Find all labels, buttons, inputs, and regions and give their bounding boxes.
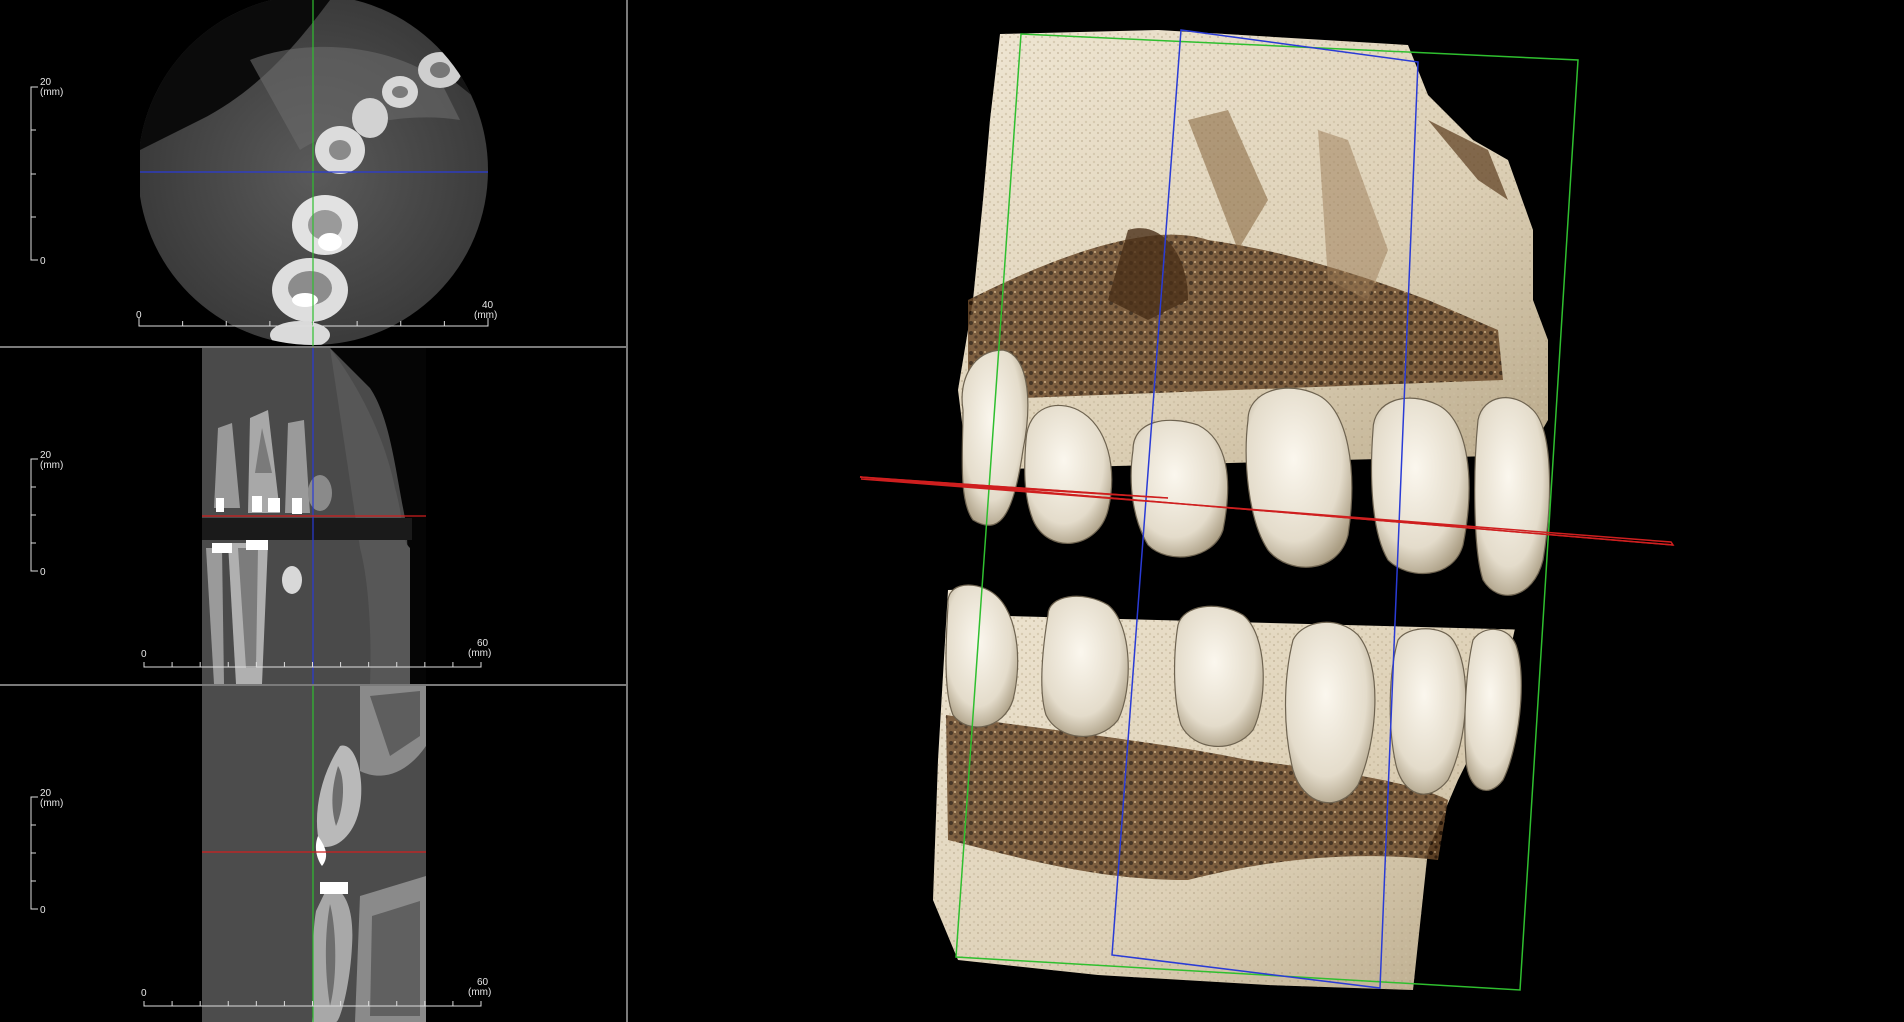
coronal-hscale-unit: (mm)	[468, 648, 491, 659]
coronal-vertical-scale: 20 (mm) 0	[30, 450, 63, 578]
axial-hscale-min: 0	[136, 310, 142, 321]
axial-viewport[interactable]: 20 (mm) 0 0 40 (mm)	[0, 0, 628, 348]
axial-vertical-scale: 20 (mm) 0	[30, 77, 63, 267]
sagittal-vscale-unit: (mm)	[40, 798, 63, 809]
axial-slice-svg[interactable]: 20 (mm) 0 0 40 (mm)	[0, 0, 626, 346]
dental-volume-render	[933, 30, 1551, 990]
coronal-hscale-min: 0	[141, 649, 147, 660]
axial-hscale-unit: (mm)	[474, 310, 497, 321]
sagittal-vscale-min: 0	[40, 905, 46, 916]
sagittal-hscale-unit: (mm)	[468, 987, 491, 998]
coronal-slice-svg[interactable]: 20 (mm) 0 0 60 (mm)	[0, 348, 626, 684]
axial-vscale-min: 0	[40, 256, 46, 267]
volume-3d-viewport[interactable]	[628, 0, 1904, 1022]
sagittal-hscale-min: 0	[141, 988, 147, 999]
coronal-viewport[interactable]: 20 (mm) 0 0 60 (mm)	[0, 348, 628, 686]
volume-3d-svg[interactable]	[628, 0, 1904, 1022]
coronal-vscale-unit: (mm)	[40, 460, 63, 471]
sagittal-vertical-scale: 20 (mm) 0	[30, 788, 63, 916]
sagittal-viewport[interactable]: 20 (mm) 0 0 60 (mm)	[0, 686, 628, 1022]
axial-vscale-unit: (mm)	[40, 87, 63, 98]
sagittal-slice-svg[interactable]: 20 (mm) 0 0 60 (mm)	[0, 686, 626, 1022]
axial-ct-image	[140, 0, 488, 345]
sagittal-ct-image	[202, 686, 426, 1022]
coronal-vscale-min: 0	[40, 567, 46, 578]
